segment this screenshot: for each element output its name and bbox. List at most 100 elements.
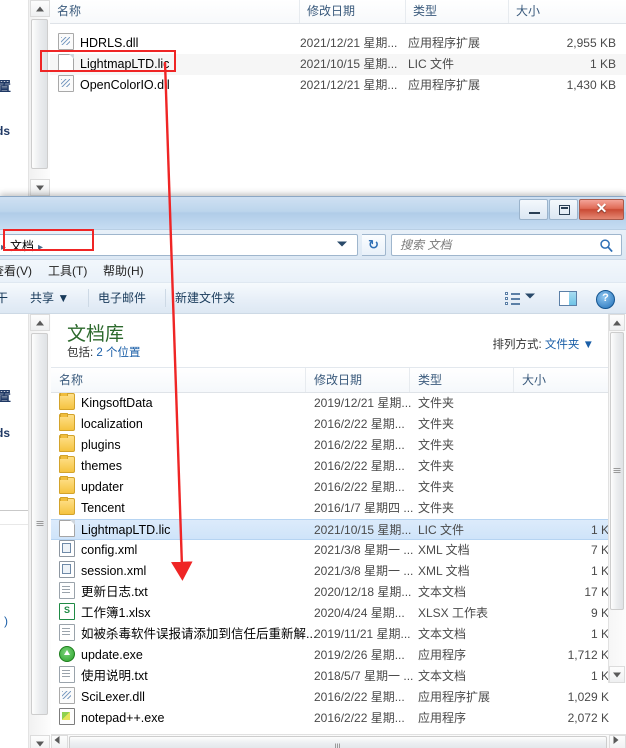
maximize-button[interactable] [549,199,578,220]
occluded-text-fragment-2: ds [0,426,11,440]
table-row[interactable]: 如被杀毒软件误报请添加到信任后重新解... 2019/11/21 星期... 文本文… [51,624,626,645]
file-size-cell: 1,430 KB [566,78,616,92]
arrange-by-value[interactable]: 文件夹 ▼ [545,339,594,351]
file-name-cell[interactable]: update.exe [51,645,143,666]
column-header-type[interactable]: 类型 [406,0,509,23]
file-name-cell[interactable]: HDRLS.dll [50,33,138,54]
file-name-cell[interactable]: Tencent [51,497,125,519]
scroll-down-button[interactable] [609,666,625,683]
menu-item-tools[interactable]: 工具(T) [48,260,87,282]
table-row[interactable]: localization 2016/2/22 星期... 文件夹 [51,413,626,435]
background-window-vertical-scrollbar[interactable] [28,0,52,196]
window-title-bar[interactable]: ✕ [0,197,626,230]
column-header-type[interactable]: 类型 [410,368,514,392]
scrollbar-grip [613,468,621,474]
breadcrumb-suffix-arrow[interactable]: ▸ [38,242,43,253]
table-row[interactable]: 使用说明.txt 2018/5/7 星期一 ... 文本文档 1 K [51,666,626,687]
file-date-cell: 2016/2/22 星期... [314,438,405,452]
search-placeholder: 搜索 文档 [400,238,452,252]
scroll-down-button[interactable] [30,735,50,748]
breadcrumb-item-documents[interactable]: 文档 [10,239,34,253]
file-date-cell: 2018/5/7 星期一 ... [314,669,414,683]
toolbar-item-email[interactable]: 电子邮件 [98,283,146,313]
front-window-vertical-scrollbar-left[interactable] [28,314,52,748]
file-name-cell[interactable]: localization [51,413,143,435]
menu-item-help[interactable]: 帮助(H) [103,260,144,282]
file-name-cell[interactable]: plugins [51,434,121,456]
file-list-horizontal-scrollbar[interactable] [51,734,626,748]
table-row[interactable]: LightmapLTD.lic 2021/10/15 星期... LIC 文件 … [50,54,626,75]
table-row[interactable]: LightmapLTD.lic 2021/10/15 星期... LIC 文件 1 K [51,519,626,540]
file-date-cell: 2021/3/8 星期一 ... [314,543,414,557]
column-header-date[interactable]: 修改日期 [306,368,410,392]
file-name-cell[interactable]: OpenColorIO.dll [50,75,170,96]
column-header-size[interactable]: 大小 [514,368,609,392]
xml-file-icon [59,540,75,557]
file-size-cell: 1 K [590,564,609,578]
scrollbar-thumb[interactable] [31,333,48,715]
close-button[interactable]: ✕ [579,199,624,220]
table-row[interactable]: session.xml 2021/3/8 星期一 ... XML 文档 1 K [51,561,626,582]
scrollbar-thumb[interactable] [69,736,607,748]
table-row[interactable]: 更新日志.txt 2020/12/18 星期... 文本文档 17 K [51,582,626,603]
file-name-cell[interactable]: 工作簿1.xlsx [51,603,150,624]
file-list-vertical-scrollbar[interactable] [608,314,626,683]
file-name-cell[interactable]: config.xml [51,540,137,561]
file-name-cell[interactable]: 如被杀毒软件误报请添加到信任后重新解... [51,624,316,645]
file-name-cell[interactable]: themes [51,455,122,477]
table-row[interactable]: themes 2016/2/22 星期... 文件夹 [51,455,626,477]
search-input[interactable]: 搜索 文档 [391,234,622,256]
address-dropdown-button[interactable] [337,236,356,254]
toolbar-item-new-folder[interactable]: 新建文件夹 [175,283,235,313]
table-row[interactable]: plugins 2016/2/22 星期... 文件夹 [51,434,626,456]
scroll-left-button[interactable] [51,735,68,748]
file-name-cell[interactable]: notepad++.exe [51,708,164,729]
arrange-by-control[interactable]: 排列方式: 文件夹 ▼ [493,336,594,352]
scroll-up-button[interactable] [609,314,625,331]
folder-icon [59,393,75,410]
table-row[interactable]: KingsoftData 2019/12/21 星期... 文件夹 [51,393,626,414]
file-name-cell[interactable]: KingsoftData [51,393,153,414]
file-name-cell[interactable]: session.xml [51,561,146,582]
refresh-button[interactable]: ↻ [362,234,386,256]
table-row[interactable]: config.xml 2021/3/8 星期一 ... XML 文档 7 K [51,540,626,561]
table-row[interactable]: update.exe 2019/2/26 星期... 应用程序 1,712 K [51,645,626,666]
file-name-cell[interactable]: 更新日志.txt [51,582,148,603]
file-name-text: plugins [81,438,121,452]
help-icon[interactable] [596,290,615,309]
scroll-up-button[interactable] [30,0,50,17]
preview-pane-icon[interactable] [559,291,577,306]
column-header-name[interactable]: 名称 [51,368,306,392]
breadcrumb[interactable]: ▸ 文档 ▸ [0,235,47,257]
column-header-size[interactable]: 大小 [509,0,626,23]
folder-icon [59,476,75,494]
table-row[interactable]: HDRLS.dll 2021/12/21 星期... 应用程序扩展 2,955 … [50,33,626,54]
scrollbar-thumb[interactable] [31,19,48,169]
view-options-icon[interactable] [505,292,520,305]
minimize-button[interactable] [519,199,548,220]
table-row[interactable]: Tencent 2016/1/7 星期四 ... 文件夹 [51,497,626,519]
toolbar-item-share[interactable]: 共享 ▼ [30,283,69,313]
file-name-cell[interactable]: SciLexer.dll [51,687,145,708]
table-row[interactable]: OpenColorIO.dll 2021/12/21 星期... 应用程序扩展 … [50,75,626,96]
toolbar-item-organize-partial[interactable]: 干 [0,283,8,313]
table-row[interactable]: notepad++.exe 2016/2/22 星期... 应用程序 2,072 K [51,708,626,729]
file-name-cell[interactable]: updater [51,476,123,498]
scroll-up-button[interactable] [30,314,50,331]
scrollbar-thumb[interactable] [610,332,624,610]
toolbar-divider [165,289,166,307]
table-row[interactable]: SciLexer.dll 2016/2/22 星期... 应用程序扩展 1,029 K [51,687,626,708]
file-name-cell[interactable]: 使用说明.txt [51,666,148,687]
chevron-down-icon[interactable] [525,293,535,299]
library-locations-link[interactable]: 2 个位置 [96,347,140,359]
scroll-right-button[interactable] [609,735,626,748]
scroll-down-button[interactable] [30,179,50,196]
column-header-name[interactable]: 名称 [50,0,300,23]
column-header-date[interactable]: 修改日期 [300,0,406,23]
table-row[interactable]: updater 2016/2/22 星期... 文件夹 [51,476,626,498]
menu-item-view[interactable]: 查看(V) [0,260,32,282]
file-name-cell[interactable]: LightmapLTD.lic [50,54,169,75]
file-name-cell[interactable]: LightmapLTD.lic [51,520,170,541]
table-row[interactable]: 工作簿1.xlsx 2020/4/24 星期... XLSX 工作表 9 K [51,603,626,624]
address-bar[interactable]: ▸ 文档 ▸ [0,234,358,256]
